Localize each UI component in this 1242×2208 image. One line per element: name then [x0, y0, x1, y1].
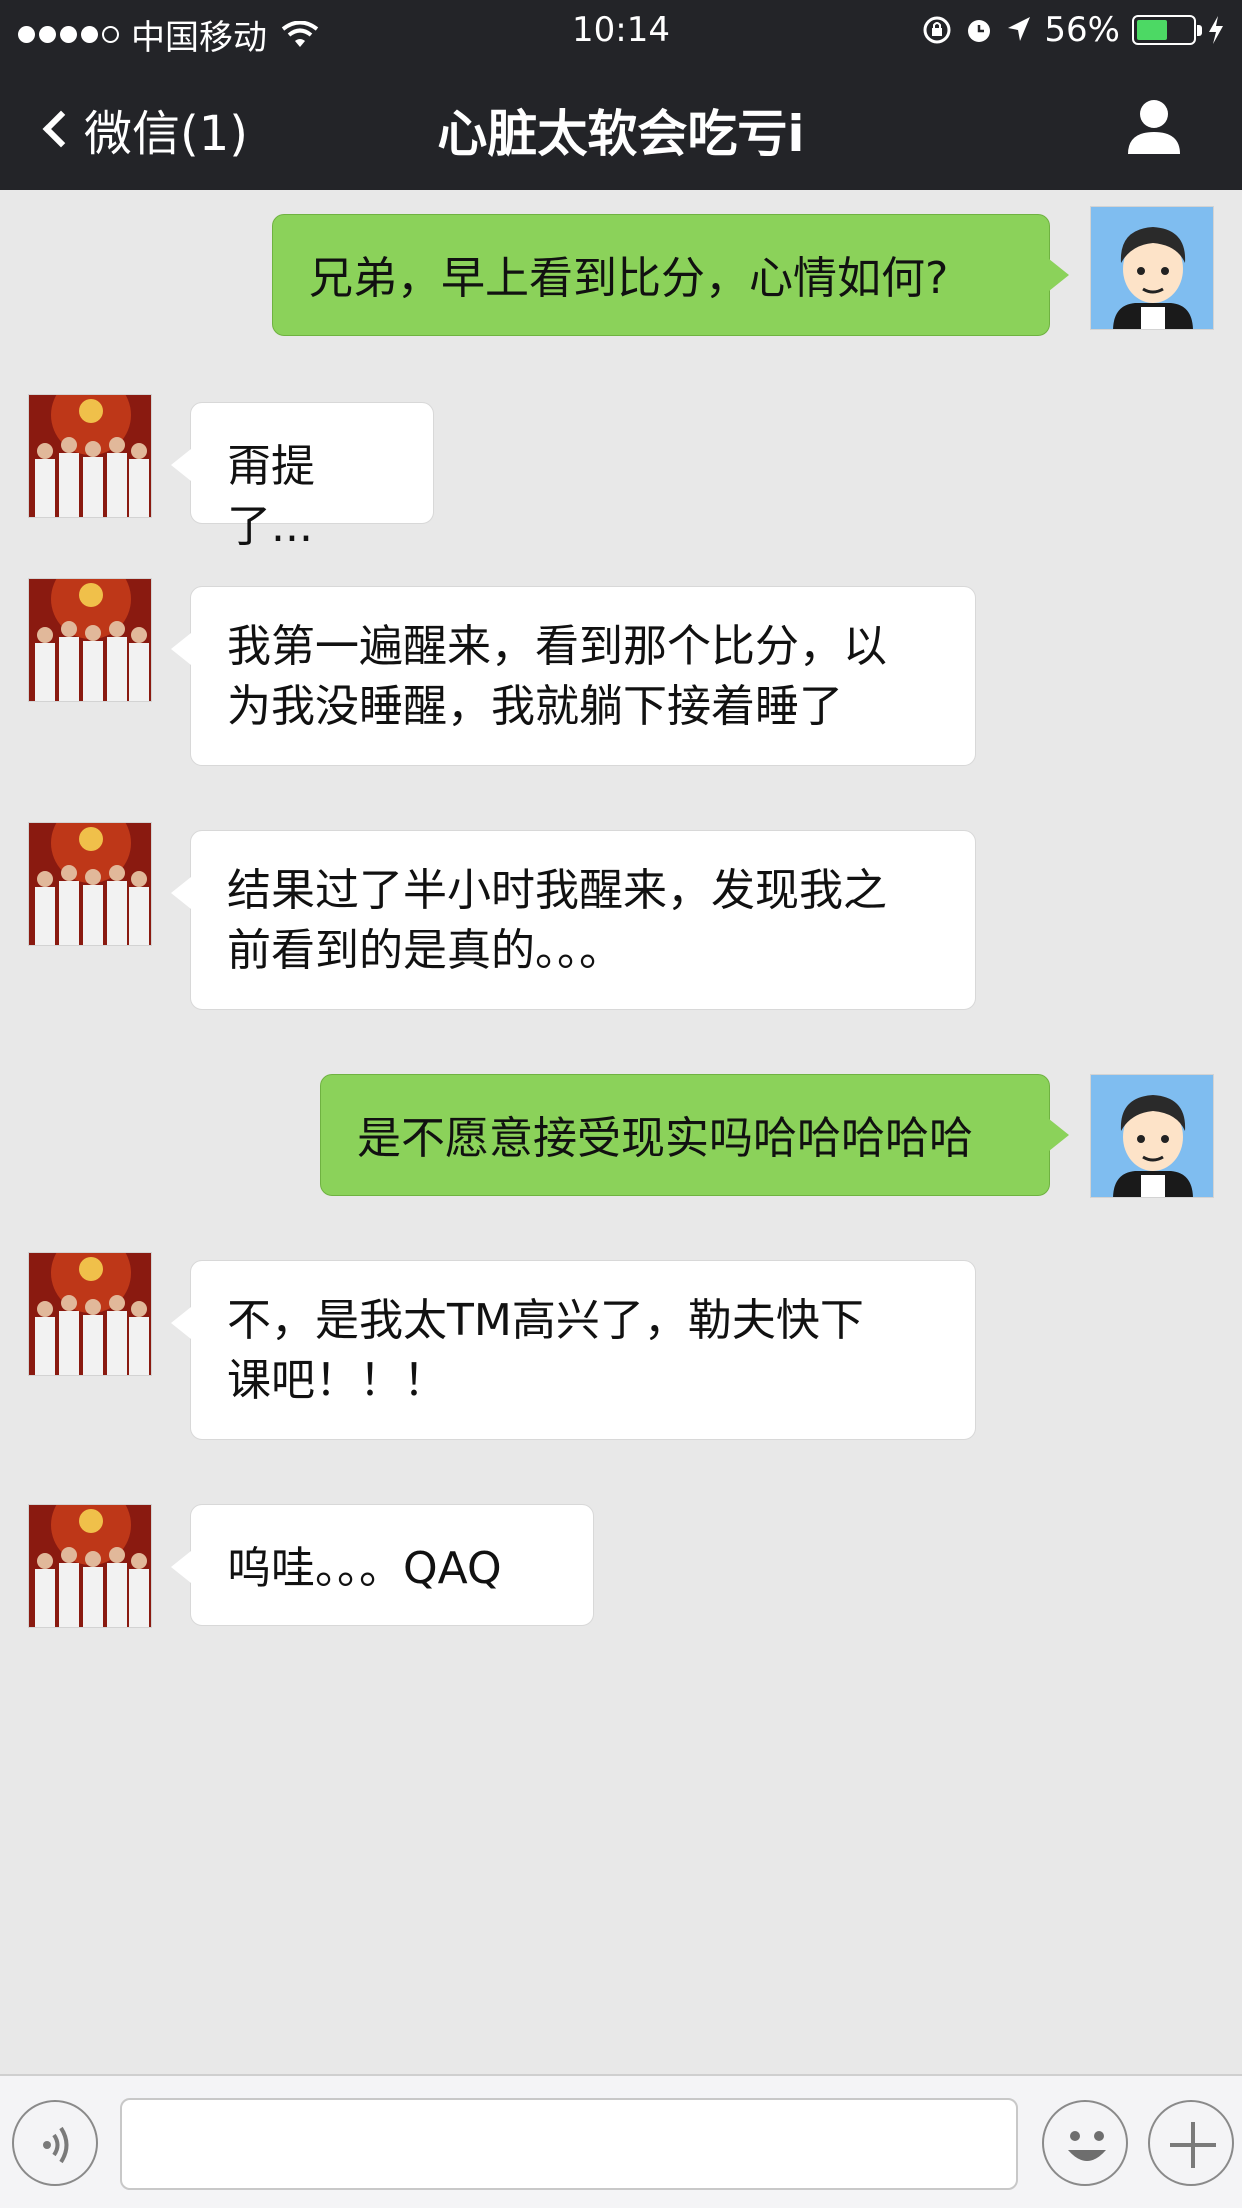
emoji-button[interactable]: [1042, 2100, 1128, 2186]
message-text: 是不愿意接受现实吗哈哈哈哈哈: [357, 1113, 973, 1164]
chat-title: 心脏太软会吃亏i: [437, 105, 805, 163]
cartoon-boy-avatar-image: [1091, 207, 1213, 329]
football-team-celebration-image: [29, 1505, 151, 1627]
location-arrow-icon: [1008, 17, 1031, 41]
my-avatar[interactable]: [1090, 1074, 1214, 1198]
message-bubble-received[interactable]: 甭提了...: [171, 402, 434, 552]
nav-bar: 微信(1) 心脏太软会吃亏i: [0, 62, 1242, 190]
football-team-celebration-image: [29, 823, 151, 945]
battery-fill: [1137, 20, 1167, 40]
battery-percent: 56%: [1044, 10, 1120, 50]
status-bar: 中国移动 10:14 56%: [0, 0, 1242, 62]
message-bubble-received[interactable]: 呜哇。。。QAQ: [171, 1504, 594, 1626]
input-bar: [0, 2074, 1242, 2208]
voice-icon: [43, 2126, 69, 2164]
my-avatar[interactable]: [1090, 206, 1214, 330]
chat-area[interactable]: 兄弟，早上看到比分，心情如何? 甭提了... 我第一遍醒来，看到那个比分，以 为…: [0, 190, 1242, 2074]
message-input[interactable]: [120, 2098, 1018, 2190]
football-team-celebration-image: [29, 1253, 151, 1375]
more-options-button[interactable]: [1148, 2100, 1234, 2186]
message-text-line: 课吧！！！: [227, 1355, 447, 1406]
smiley-icon: [1068, 2131, 1106, 2161]
message-bubble-sent[interactable]: 是不愿意接受现实吗哈哈哈哈哈: [320, 1074, 1069, 1196]
status-right: 56%: [922, 10, 1224, 50]
message-bubble-received[interactable]: 我第一遍醒来，看到那个比分，以 为我没睡醒，我就躺下接着睡了: [171, 586, 976, 766]
battery-icon: [1132, 15, 1202, 45]
message-text: 兄弟，早上看到比分，心情如何?: [309, 253, 949, 304]
top-bar: 中国移动 10:14 56% 微信(1) 心脏太软会吃亏i: [0, 0, 1242, 190]
message-text-line: 结果过了半小时我醒来，发现我之: [227, 865, 887, 916]
message-text: 甭提了...: [227, 441, 315, 552]
football-team-celebration-image: [29, 395, 151, 517]
message-text: 呜哇。。。QAQ: [227, 1543, 502, 1594]
contact-avatar[interactable]: [28, 822, 152, 946]
contact-avatar[interactable]: [28, 578, 152, 702]
message-text-line: 不，是我太TM高兴了，勒夫快下: [227, 1295, 864, 1346]
message-text-line: 前看到的是真的。。。: [227, 925, 623, 976]
contact-avatar[interactable]: [28, 394, 152, 518]
orientation-lock-icon: [923, 16, 951, 44]
message-bubble-received[interactable]: 不，是我太TM高兴了，勒夫快下 课吧！！！: [171, 1260, 976, 1440]
charging-bolt-icon: [1209, 16, 1223, 44]
alarm-icon: [968, 20, 991, 42]
chat-info-button[interactable]: [1124, 96, 1184, 156]
person-icon: [1128, 100, 1180, 154]
message-bubble-received[interactable]: 结果过了半小时我醒来，发现我之 前看到的是真的。。。: [171, 830, 976, 1010]
cartoon-boy-avatar-image: [1091, 1075, 1213, 1197]
voice-input-button[interactable]: [12, 2100, 98, 2186]
football-team-celebration-image: [29, 579, 151, 701]
plus-icon: [1170, 2122, 1216, 2168]
contact-avatar[interactable]: [28, 1252, 152, 1376]
contact-avatar[interactable]: [28, 1504, 152, 1628]
message-bubble-sent[interactable]: 兄弟，早上看到比分，心情如何?: [272, 214, 1069, 336]
message-text-line: 我第一遍醒来，看到那个比分，以: [227, 621, 887, 672]
message-text-line: 为我没睡醒，我就躺下接着睡了: [227, 681, 843, 732]
